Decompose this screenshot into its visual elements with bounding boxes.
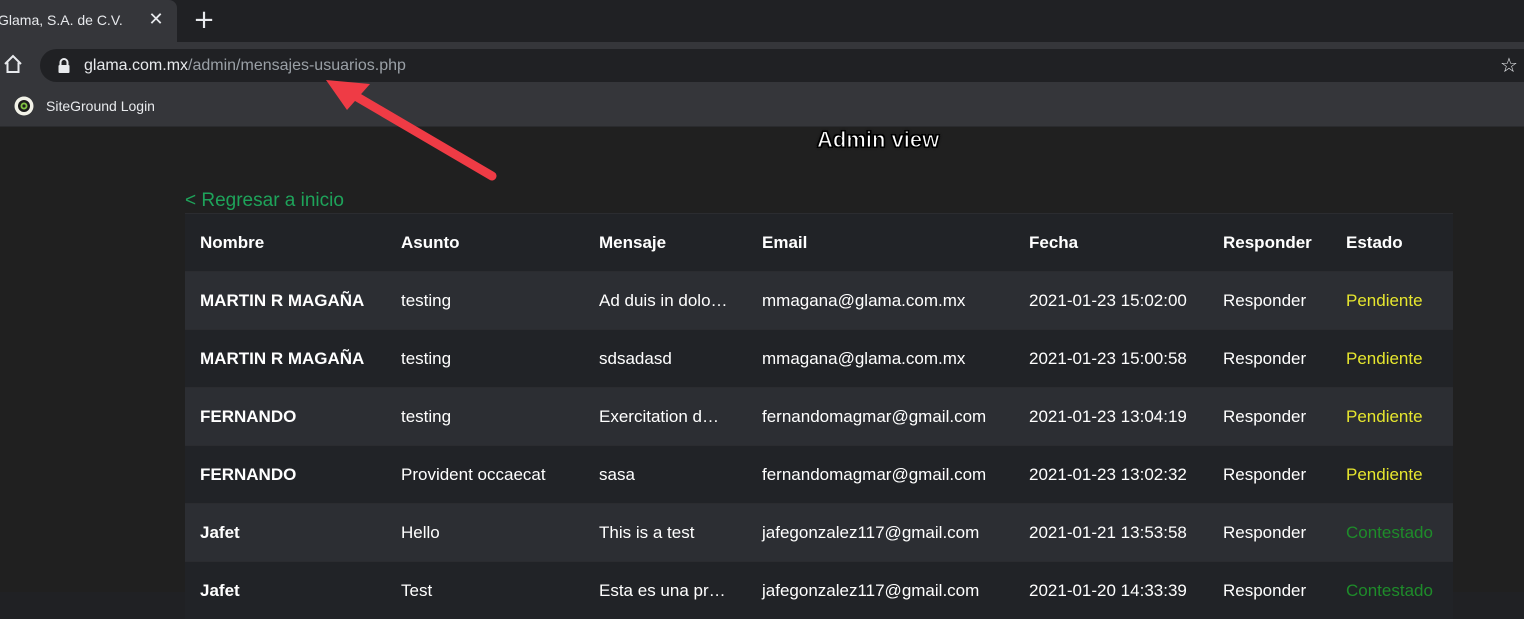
status-badge: Contestado	[1331, 562, 1453, 619]
cell-email: fernandomagmar@gmail.com	[747, 388, 1014, 446]
cell-asunto: Provident occaecat	[386, 446, 584, 504]
column-header-fecha: Fecha	[1014, 214, 1208, 272]
cell-nombre: Jafet	[185, 504, 386, 562]
cell-nombre: MARTIN R MAGAÑA	[185, 272, 386, 330]
responder-link[interactable]: Responder	[1208, 330, 1331, 388]
back-to-home-link[interactable]: < Regresar a inicio	[185, 190, 344, 212]
cell-mensaje: sdsadasd	[584, 330, 747, 388]
bookmark-siteground[interactable]: SiteGround Login	[14, 93, 155, 119]
column-header-email: Email	[747, 214, 1014, 272]
status-badge: Pendiente	[1331, 388, 1453, 446]
cell-email: jafegonzalez117@gmail.com	[747, 504, 1014, 562]
cell-asunto: testing	[386, 330, 584, 388]
responder-link[interactable]: Responder	[1208, 446, 1331, 504]
responder-link[interactable]: Responder	[1208, 272, 1331, 330]
bookmark-star-icon[interactable]: ☆	[1500, 55, 1520, 75]
status-badge: Pendiente	[1331, 272, 1453, 330]
table-row[interactable]: FERNANDO testing Exercitation d… fernand…	[185, 388, 1453, 446]
annotation-label: Admin view	[817, 127, 939, 153]
cell-mensaje: Ad duis in dolo…	[584, 272, 747, 330]
home-icon[interactable]	[2, 53, 24, 75]
cell-fecha: 2021-01-20 14:33:39	[1014, 562, 1208, 619]
status-badge: Contestado	[1331, 504, 1453, 562]
siteground-icon	[14, 96, 34, 116]
browser-tab-active[interactable]: Glama, S.A. de C.V. ✕	[0, 0, 177, 42]
url-path: /admin/mensajes-usuarios.php	[188, 57, 406, 74]
cell-asunto: Test	[386, 562, 584, 619]
cell-fecha: 2021-01-23 13:04:19	[1014, 388, 1208, 446]
column-header-estado: Estado	[1331, 214, 1453, 272]
cell-mensaje: Exercitation d…	[584, 388, 747, 446]
column-header-asunto: Asunto	[386, 214, 584, 272]
cell-nombre: MARTIN R MAGAÑA	[185, 330, 386, 388]
responder-link[interactable]: Responder	[1208, 388, 1331, 446]
page-content: < Regresar a inicio Nombre Asunto Mensaj…	[0, 127, 1524, 592]
url-text[interactable]: glama.com.mx/admin/mensajes-usuarios.php	[84, 57, 406, 75]
table-row[interactable]: Jafet Test Esta es una pr… jafegonzalez1…	[185, 562, 1453, 619]
table-row[interactable]: FERNANDO Provident occaecat sasa fernand…	[185, 446, 1453, 504]
column-header-nombre: Nombre	[185, 214, 386, 272]
cell-email: jafegonzalez117@gmail.com	[747, 562, 1014, 619]
cell-fecha: 2021-01-23 15:00:58	[1014, 330, 1208, 388]
cell-nombre: Jafet	[185, 562, 386, 619]
close-icon[interactable]: ✕	[146, 9, 166, 31]
responder-link[interactable]: Responder	[1208, 562, 1331, 619]
cell-mensaje: sasa	[584, 446, 747, 504]
browser-toolbar: glama.com.mx/admin/mensajes-usuarios.php…	[0, 42, 1524, 88]
responder-link[interactable]: Responder	[1208, 504, 1331, 562]
cell-mensaje: This is a test	[584, 504, 747, 562]
messages-table: Nombre Asunto Mensaje Email Fecha Respon…	[185, 213, 1453, 619]
cell-nombre: FERNANDO	[185, 446, 386, 504]
address-bar[interactable]: glama.com.mx/admin/mensajes-usuarios.php…	[40, 49, 1524, 82]
table-row[interactable]: MARTIN R MAGAÑA testing Ad duis in dolo……	[185, 272, 1453, 330]
cell-asunto: Hello	[386, 504, 584, 562]
tab-title: Glama, S.A. de C.V.	[0, 12, 123, 28]
cell-email: fernandomagmar@gmail.com	[747, 446, 1014, 504]
url-host: glama.com.mx	[84, 57, 188, 74]
cell-nombre: FERNANDO	[185, 388, 386, 446]
cell-fecha: 2021-01-21 13:53:58	[1014, 504, 1208, 562]
bookmark-label: SiteGround Login	[46, 98, 155, 114]
new-tab-button[interactable]: +	[191, 7, 217, 33]
table-row[interactable]: MARTIN R MAGAÑA testing sdsadasd mmagana…	[185, 330, 1453, 388]
status-badge: Pendiente	[1331, 446, 1453, 504]
browser-tab-strip: Glama, S.A. de C.V. ✕ +	[0, 0, 1524, 42]
cell-email: mmagana@glama.com.mx	[747, 330, 1014, 388]
cell-email: mmagana@glama.com.mx	[747, 272, 1014, 330]
lock-icon	[57, 58, 71, 74]
column-header-mensaje: Mensaje	[584, 214, 747, 272]
cell-asunto: testing	[386, 272, 584, 330]
column-header-responder: Responder	[1208, 214, 1331, 272]
table-row[interactable]: Jafet Hello This is a test jafegonzalez1…	[185, 504, 1453, 562]
status-badge: Pendiente	[1331, 330, 1453, 388]
table-header-row: Nombre Asunto Mensaje Email Fecha Respon…	[185, 214, 1453, 272]
cell-fecha: 2021-01-23 13:02:32	[1014, 446, 1208, 504]
cell-mensaje: Esta es una pr…	[584, 562, 747, 619]
bookmarks-bar: SiteGround Login	[0, 88, 1524, 127]
cell-fecha: 2021-01-23 15:02:00	[1014, 272, 1208, 330]
cell-asunto: testing	[386, 388, 584, 446]
